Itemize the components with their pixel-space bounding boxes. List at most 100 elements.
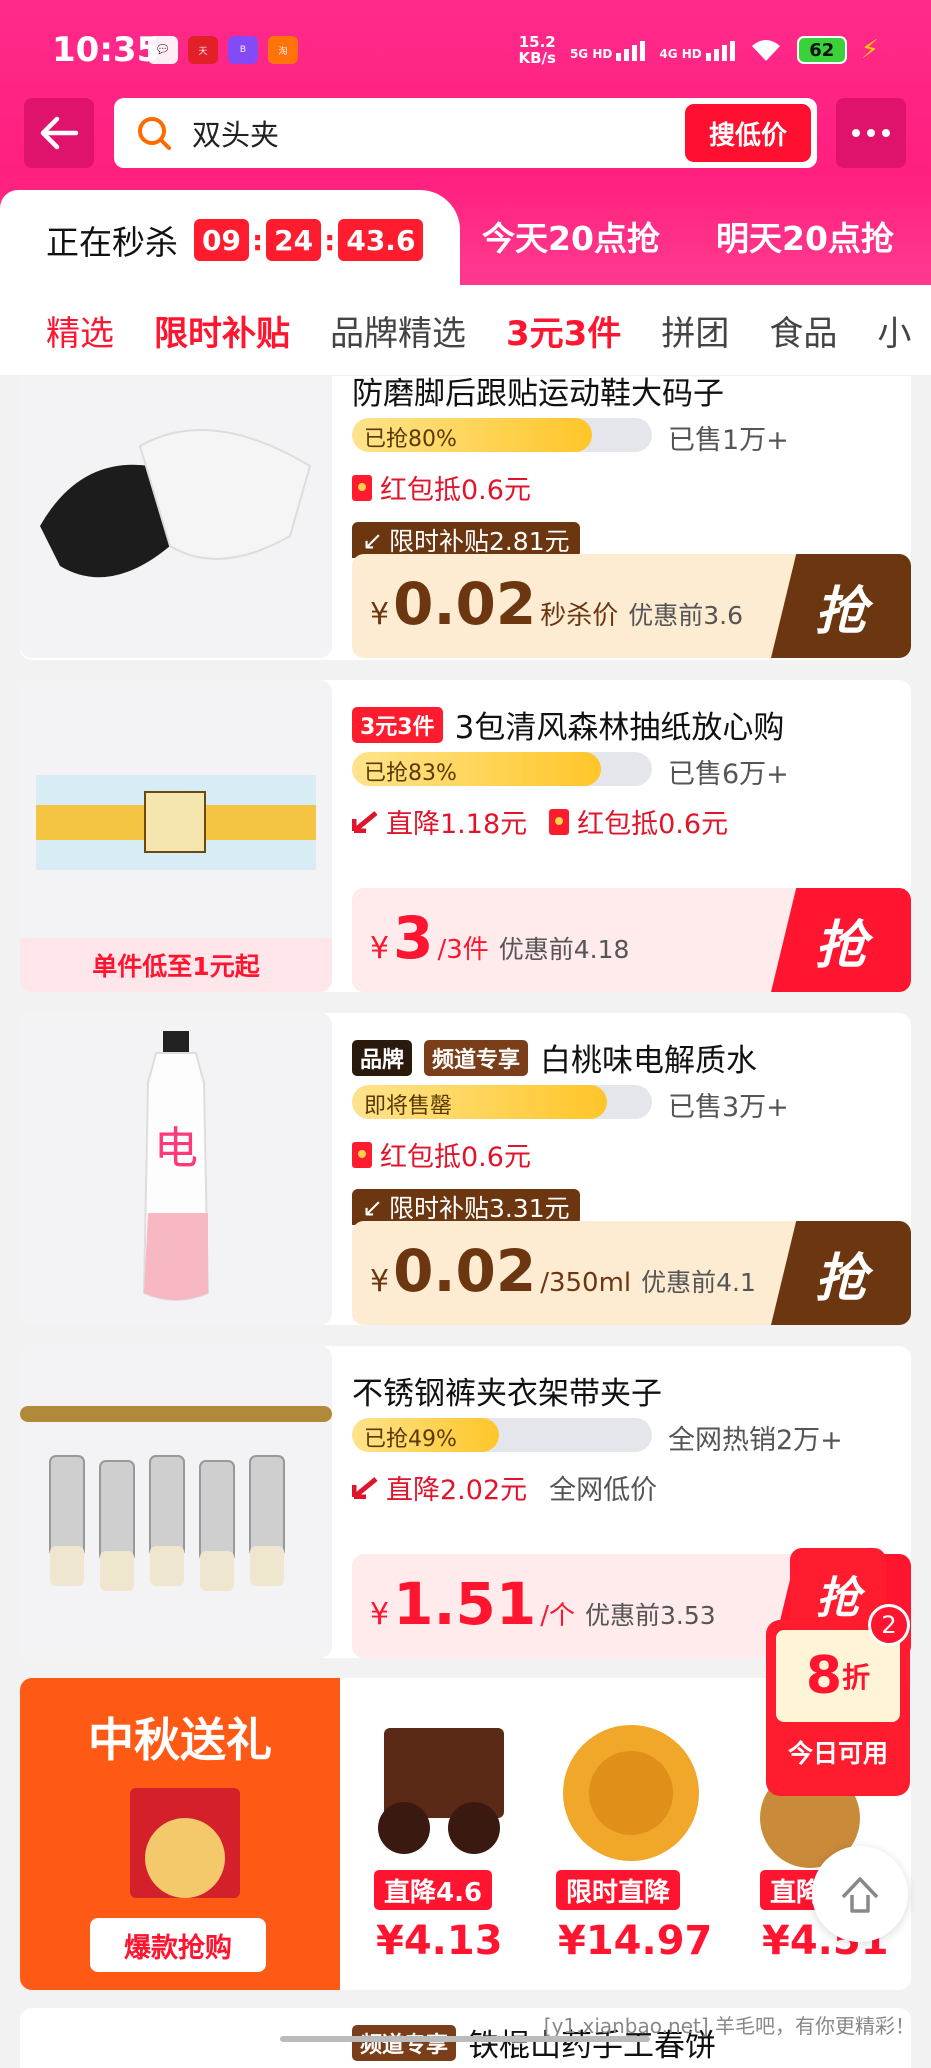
- search-icon: [138, 117, 171, 150]
- red-packet-icon: [352, 474, 372, 501]
- product-image[interactable]: 单件低至1元起: [20, 680, 332, 992]
- header: 10:35 💬 天 B 淘 15.2 KB/s 5G HD 4G HD 62 ⚡…: [0, 0, 931, 290]
- original-price: 优惠前4.18: [498, 935, 630, 964]
- sold-count: 已售6万+: [668, 759, 789, 790]
- charging-icon: ⚡: [860, 35, 879, 65]
- back-arrow-icon: [40, 116, 79, 150]
- tag-3for3: 3元3件: [352, 706, 443, 743]
- search-low-price-button[interactable]: 搜低价: [685, 104, 811, 162]
- heel-pad-image: [40, 429, 312, 578]
- red-packet-icon: [352, 1141, 372, 1168]
- category-3for3[interactable]: 3元3件: [506, 306, 621, 355]
- watermark: [y1.xianbao.net] 羊毛吧，有你更精彩！: [543, 2014, 915, 2038]
- sold-count: 已售3万+: [668, 1092, 789, 1123]
- category-nav: 精选 限时补贴 品牌精选 3元3件 拼团 食品 小: [0, 285, 931, 375]
- price-drop-icon: [352, 810, 378, 833]
- tag-channel: 频道专享: [424, 1039, 529, 1076]
- image-caption: 单件低至1元起: [20, 938, 332, 992]
- tab-flash-sale-now[interactable]: 正在秒杀 09: 24: 43.6: [0, 190, 460, 290]
- festival-item[interactable]: 直降4.6 ¥4.13: [354, 1678, 534, 1990]
- mooncake-image: [563, 1725, 699, 1861]
- status-notification-icons: 💬 天 B 淘: [148, 26, 298, 74]
- perks: 红包抵0.6元: [352, 1135, 531, 1174]
- drink-bottle-image: 电: [142, 1031, 210, 1301]
- festival-item-tag: 直降4.6: [374, 1870, 493, 1910]
- time-tabs: 正在秒杀 09: 24: 43.6 今天20点抢 明天20点抢: [0, 190, 931, 290]
- dot-icon: [867, 129, 875, 137]
- perks: 直降1.18元 红包抵0.6元: [352, 802, 728, 841]
- status-right: 15.2 KB/s 5G HD 4G HD 62 ⚡: [518, 26, 879, 74]
- back-to-top-button[interactable]: [812, 1846, 908, 1942]
- price: 0.02: [393, 1237, 537, 1305]
- product-card[interactable]: 电 品牌 频道专享 白桃味电解质水 即将售罄 已售3万+ 红包抵0.6元 ↙ 限时补贴…: [20, 1013, 911, 1325]
- product-title[interactable]: 不锈钢裤夹衣架带夹子: [352, 1368, 662, 1413]
- dot-icon: [882, 129, 890, 137]
- gift-box-image: [130, 1788, 240, 1898]
- category-brand[interactable]: 品牌精选: [330, 306, 466, 355]
- category-featured[interactable]: 精选: [46, 306, 114, 355]
- tmall-icon: 天: [188, 36, 218, 64]
- signal-4g: 4G HD: [659, 39, 735, 61]
- sold-count: 已售1万+: [668, 425, 789, 456]
- category-more[interactable]: 小: [877, 306, 911, 355]
- product-image[interactable]: [20, 376, 332, 658]
- search-box[interactable]: 双头夹 搜低价: [114, 98, 817, 168]
- product-card[interactable]: 单件低至1元起 3元3件 3包清风森林抽纸放心购 已抢83% 已售6万+ 直降1.…: [20, 680, 911, 992]
- festival-item[interactable]: 限时直降 ¥14.97: [536, 1678, 716, 1990]
- tab-today-20[interactable]: 今天20点抢: [482, 212, 660, 260]
- festival-item-tag: 限时直降: [556, 1870, 681, 1910]
- shop-icon: 淘: [268, 36, 298, 64]
- tissue-box-image: [36, 775, 316, 870]
- sale-progress: 已抢80%: [352, 418, 652, 452]
- down-arrow-icon: ↙: [362, 1192, 383, 1222]
- red-packet-icon: [549, 808, 570, 835]
- price: 3: [393, 904, 434, 972]
- price: 1.51: [393, 1570, 537, 1638]
- sale-progress: 即将售罄: [352, 1085, 652, 1119]
- search-input[interactable]: 双头夹: [192, 112, 279, 154]
- festival-title: 中秋送礼: [88, 1713, 272, 1767]
- signal-bars-icon: [705, 39, 735, 61]
- signal-5g: 5G HD: [570, 39, 646, 61]
- sale-progress: 已抢83%: [352, 752, 652, 786]
- svg-text:电: 电: [154, 1123, 198, 1174]
- perks: 直降2.02元 全网低价: [352, 1468, 657, 1507]
- signal-bars-icon: [616, 39, 646, 61]
- back-button[interactable]: [24, 98, 94, 168]
- countdown-hours: 09: [194, 219, 249, 261]
- product-title[interactable]: 3元3件 3包清风森林抽纸放心购: [352, 702, 784, 747]
- dot-icon: [852, 129, 860, 137]
- coupon-count-badge: 2: [868, 1604, 910, 1646]
- tab-tomorrow-20[interactable]: 明天20点抢: [716, 212, 894, 260]
- home-indicator[interactable]: [280, 2036, 650, 2042]
- clothes-clip-image: [20, 1406, 332, 1591]
- tag-brand: 品牌: [352, 1039, 413, 1076]
- tab-label: 正在秒杀: [46, 223, 178, 262]
- product-image[interactable]: 电: [20, 1013, 332, 1325]
- more-button[interactable]: [836, 98, 906, 168]
- coupon-label: 今日可用: [787, 1739, 888, 1768]
- bank-icon: B: [228, 36, 258, 64]
- festival-left-panel: 中秋送礼 爆款抢购: [20, 1678, 340, 1990]
- battery-icon: 62: [796, 36, 847, 64]
- mooncake-box-image: [378, 1728, 504, 1854]
- sold-count: 全网热销2万+: [668, 1425, 843, 1456]
- perks: 红包抵0.6元: [352, 468, 531, 507]
- network-speed: 15.2 KB/s: [518, 33, 556, 67]
- arrow-up-icon: [841, 1877, 879, 1913]
- wechat-icon: 💬: [148, 36, 178, 64]
- down-arrow-icon: ↙: [362, 525, 383, 555]
- festival-item-price: ¥14.97: [558, 1918, 713, 1964]
- product-image[interactable]: [20, 1346, 332, 1658]
- category-food[interactable]: 食品: [769, 306, 837, 355]
- subsidy-badge: ↙ 限时补贴2.81元: [352, 522, 580, 558]
- original-price: 优惠前3.53: [584, 1601, 716, 1630]
- category-subsidy[interactable]: 限时补贴: [154, 306, 290, 355]
- original-price: 优惠前3.6: [628, 601, 743, 630]
- floating-coupon[interactable]: 抢 8折 今日可用 2: [766, 1548, 910, 1798]
- hot-deal-button[interactable]: 爆款抢购: [90, 1918, 266, 1972]
- category-group[interactable]: 拼团: [661, 306, 729, 355]
- product-card[interactable]: 防磨脚后跟贴运动鞋大码子 已抢80% 已售1万+ 红包抵0.6元 ↙ 限时补贴2.…: [20, 376, 911, 660]
- product-title[interactable]: 品牌 频道专享 白桃味电解质水: [352, 1035, 757, 1080]
- price: 0.02: [393, 570, 537, 638]
